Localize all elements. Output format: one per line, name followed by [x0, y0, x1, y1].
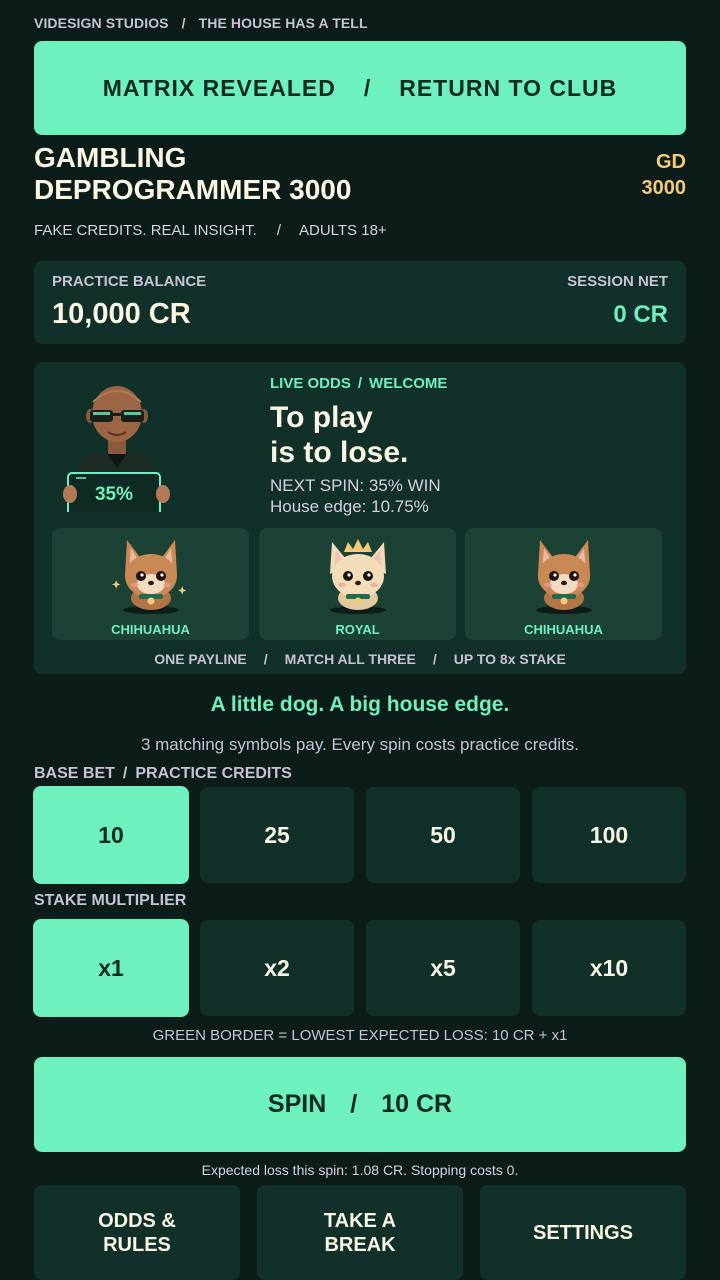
odds-rules-button[interactable]: ODDS & RULES — [34, 1185, 240, 1280]
up-to-stake: UP TO 8x STAKE — [453, 651, 566, 667]
reel-2: ROYAL — [259, 528, 456, 640]
stake-multiplier-label: STAKE MULTIPLIER — [34, 892, 187, 909]
multiplier-option-x1[interactable]: x1 — [33, 919, 189, 1017]
royal-chihuahua-icon — [329, 539, 386, 614]
return-to-club-label: RETURN TO CLUB — [399, 74, 618, 101]
next-spin-odds: NEXT SPIN: 35% WIN — [270, 476, 441, 495]
subtitle-left: FAKE CREDITS. REAL INSIGHT. — [34, 222, 257, 239]
breadcrumb-game: THE HOUSE HAS A TELL — [198, 15, 368, 31]
live-odds-separator: / — [357, 375, 363, 392]
breadcrumb-separator: / — [181, 15, 186, 31]
bet-option-50[interactable]: 50 — [366, 787, 520, 883]
house-edge: House edge: 10.75% — [270, 497, 429, 516]
live-odds-text: LIVE ODDS — [270, 375, 351, 392]
top-button-separator: / — [363, 74, 372, 101]
take-break-line-1: TAKE A — [323, 1209, 397, 1232]
matrix-revealed-label: MATRIX REVEALED — [102, 74, 336, 101]
title-line-1: GAMBLING — [34, 142, 187, 173]
payline-separator: / — [263, 651, 268, 667]
reel-1: CHIHUAHUA — [52, 528, 249, 640]
slot-machine-card: 35% LIVE ODDS / WELCOME To play is to lose… — [34, 362, 686, 674]
multiplier-option-x2[interactable]: x2 — [200, 920, 354, 1016]
session-net-label: SESSION NET — [567, 273, 668, 290]
practice-balance-value: 10,000 CR — [52, 298, 191, 330]
live-odds-label: LIVE ODDS / WELCOME — [270, 375, 447, 392]
base-bet-text: BASE BET — [34, 765, 115, 782]
matrix-return-button[interactable]: MATRIX REVEALED / RETURN TO CLUB — [34, 41, 686, 135]
welcome-text: WELCOME — [369, 375, 448, 392]
headline-line-1: To play — [270, 401, 373, 434]
base-bet-label: BASE BET / PRACTICE CREDITS — [34, 765, 292, 783]
session-net-value: 0 CR — [613, 301, 668, 328]
chihuahua-icon — [535, 540, 592, 614]
match-all-three: MATCH ALL THREE — [284, 651, 416, 667]
breadcrumb-studio[interactable]: VIDESIGN STUDIOS — [34, 15, 169, 31]
tagline: A little dog. A big house edge. — [210, 693, 510, 716]
subtitle-right: ADULTS 18+ — [299, 222, 387, 239]
take-break-line-2: BREAK — [324, 1233, 396, 1256]
settings-button[interactable]: SETTINGS — [480, 1185, 686, 1280]
chihuahua-icon — [111, 540, 186, 614]
spin-label: SPIN — [267, 1090, 327, 1118]
balance-card: PRACTICE BALANCE 10,000 CR SESSION NET 0… — [34, 261, 686, 344]
one-payline: ONE PAYLINE — [154, 651, 247, 667]
payline-info: ONE PAYLINE / MATCH ALL THREE / UP TO 8x STA… — [34, 651, 686, 667]
odds-rules-line-2: RULES — [103, 1233, 171, 1256]
odds-rules-line-1: ODDS & — [98, 1209, 176, 1232]
odds-headline: To play is to lose. — [270, 400, 408, 470]
practice-credits-text: PRACTICE CREDITS — [135, 765, 292, 782]
breadcrumb: VIDESIGN STUDIOS / THE HOUSE HAS A TELL — [34, 15, 368, 31]
bet-option-100[interactable]: 100 — [532, 787, 686, 883]
take-a-break-button[interactable]: TAKE A BREAK — [257, 1185, 463, 1280]
badge-line-1: GD — [656, 151, 686, 173]
reel-1-label: CHIHUAHUA — [111, 622, 190, 637]
multiplier-option-x5[interactable]: x5 — [366, 920, 520, 1016]
practice-balance-label: PRACTICE BALANCE — [52, 273, 207, 290]
rules-explain: 3 matching symbols pay. Every spin costs… — [140, 735, 580, 754]
bet-option-10[interactable]: 10 — [33, 786, 189, 884]
base-bet-separator: / — [122, 765, 128, 782]
green-border-note: GREEN BORDER = LOWEST EXPECTED LOSS: 10 … — [152, 1027, 568, 1044]
headline-line-2: is to lose. — [270, 436, 409, 469]
payline-separator: / — [432, 651, 437, 667]
reel-3: CHIHUAHUA — [465, 528, 662, 640]
bet-option-25[interactable]: 25 — [200, 787, 354, 883]
game-badge: GD 3000 — [642, 149, 687, 201]
badge-line-2: 3000 — [641, 177, 687, 199]
spin-separator: / — [350, 1090, 358, 1118]
dealer-avatar: 35% — [62, 372, 172, 517]
dealer-odds-sign: 35% — [94, 484, 134, 505]
page-title: GAMBLING DEPROGRAMMER 3000 — [34, 142, 454, 206]
spin-button[interactable]: SPIN / 10 CR — [34, 1057, 686, 1152]
expected-loss-note: Expected loss this spin: 1.08 CR. Stoppi… — [201, 1162, 519, 1178]
reel-2-label: ROYAL — [335, 622, 380, 637]
subtitle-separator: / — [276, 222, 281, 239]
spin-cost: 10 CR — [381, 1090, 453, 1118]
subtitle: FAKE CREDITS. REAL INSIGHT. / ADULTS 18+ — [34, 222, 387, 239]
title-line-2: DEPROGRAMMER 3000 — [34, 174, 352, 205]
multiplier-option-x10[interactable]: x10 — [532, 920, 686, 1016]
odds-details: NEXT SPIN: 35% WIN House edge: 10.75% — [270, 475, 441, 517]
reel-3-label: CHIHUAHUA — [524, 622, 603, 637]
